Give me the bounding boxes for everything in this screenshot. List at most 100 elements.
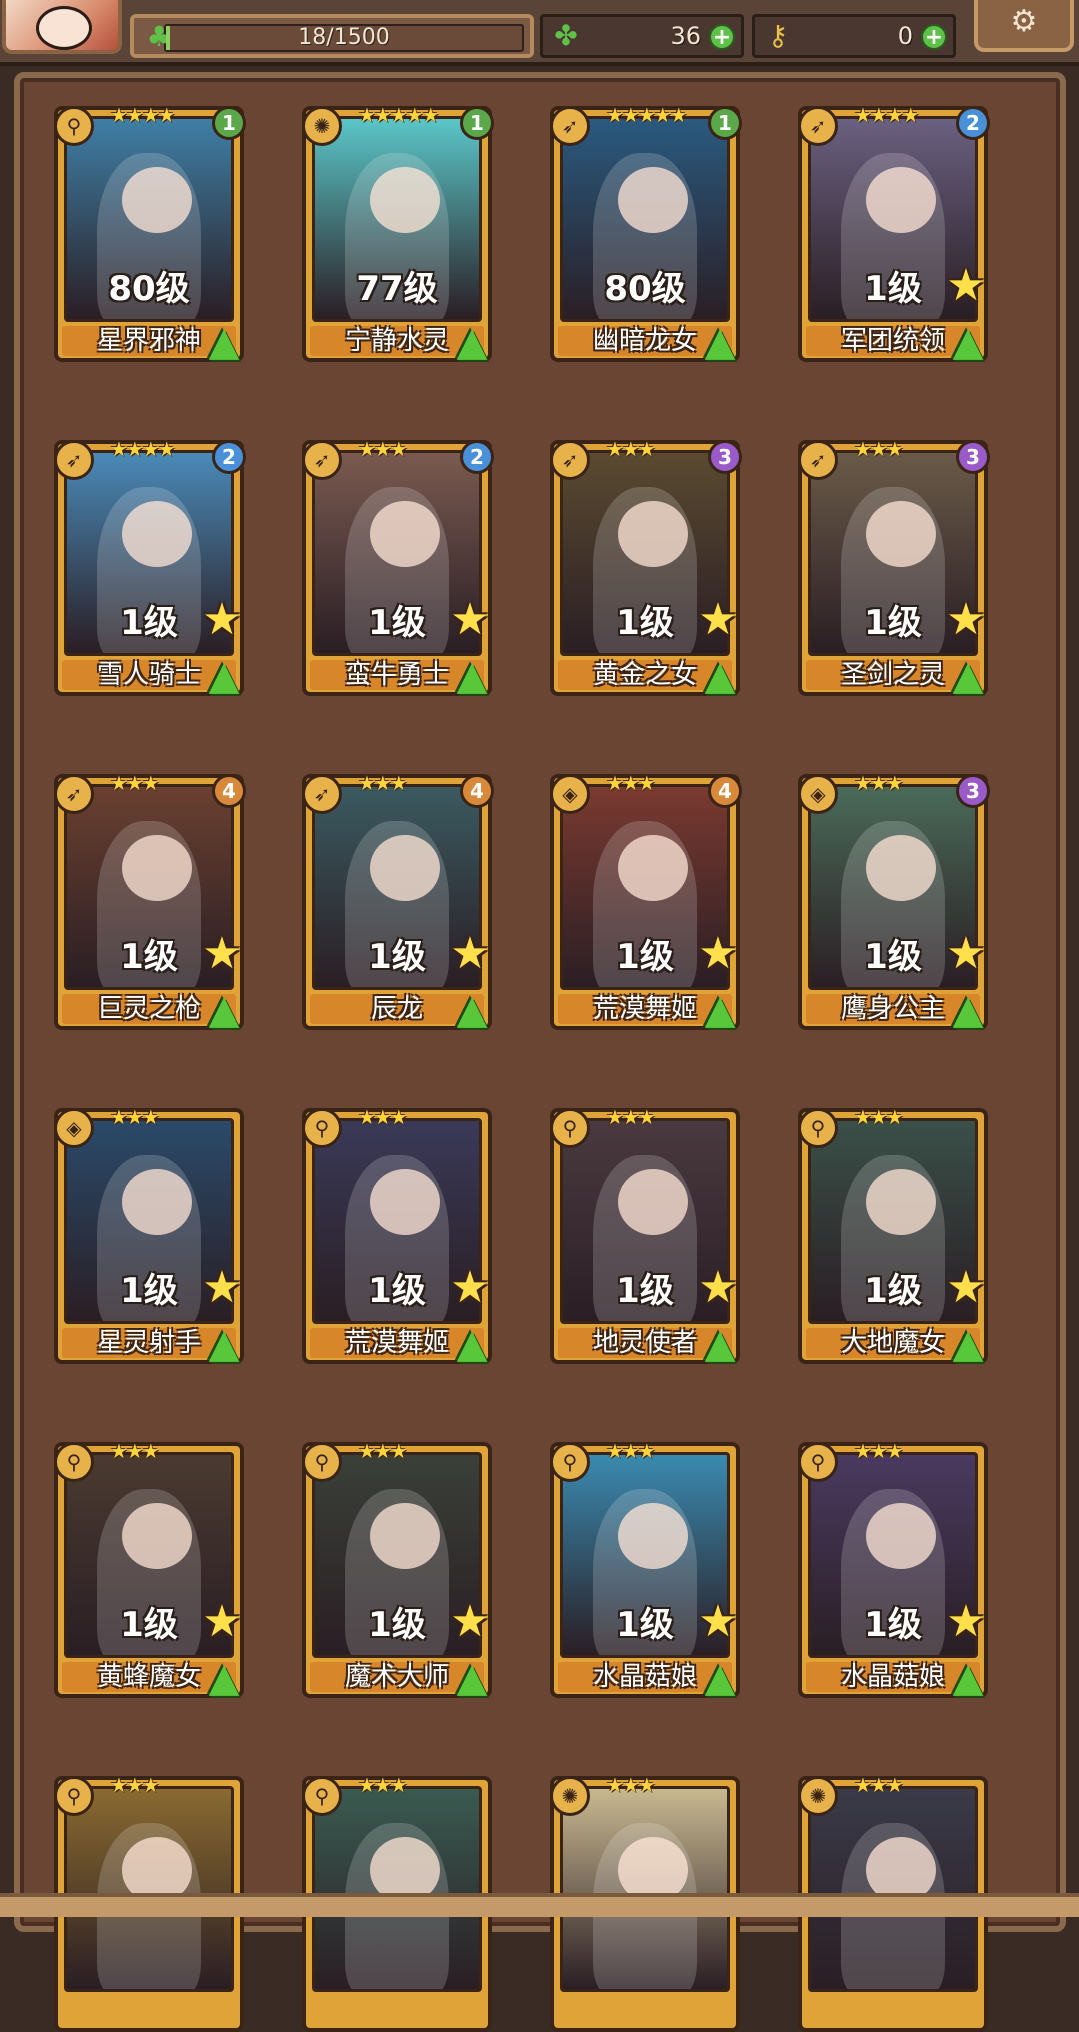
hero-head (122, 1503, 192, 1569)
hero-card[interactable]: ⚲ ★★★★ 1 80级 星界邪神 ▲ (54, 104, 246, 364)
staff-icon: ⚲ (798, 1442, 838, 1482)
rarity-stars: ★★★ (854, 1773, 904, 1797)
upgrade-arrow-icon[interactable]: ▲ (202, 988, 246, 1032)
star-up-icon[interactable]: ★ (696, 932, 740, 976)
hero-card[interactable]: ⚲ ★★★ 1级 地灵使者 ★ ▲ (550, 1106, 742, 1366)
staff-icon: ⚲ (302, 1442, 342, 1482)
upgrade-arrow-icon[interactable]: ▲ (946, 1656, 990, 1700)
hero-head (122, 167, 192, 233)
hero-card[interactable]: ➶ ★★★★ 2 1级 军团统领 ★ ▲ (798, 104, 990, 364)
upgrade-arrow-icon[interactable]: ▲ (946, 654, 990, 698)
star-up-icon[interactable]: ★ (448, 1266, 492, 1310)
star-up-icon[interactable]: ★ (200, 1266, 244, 1310)
bottom-bar (0, 1893, 1079, 1917)
upgrade-arrow-icon[interactable]: ▲ (450, 320, 494, 364)
hero-card[interactable]: ⚲ ★★★ 1级 水晶菇娘 ★ ▲ (550, 1440, 742, 1700)
upgrade-arrow-icon[interactable]: ▲ (698, 988, 742, 1032)
star-up-icon[interactable]: ★ (448, 1600, 492, 1644)
upgrade-arrow-icon[interactable]: ▲ (450, 654, 494, 698)
hero-card[interactable]: ➶ ★★★ 2 1级 蛮牛勇士 ★ ▲ (302, 438, 494, 698)
upgrade-arrow-icon[interactable]: ▲ (698, 654, 742, 698)
rarity-stars: ★★★ (854, 437, 904, 461)
upgrade-arrow-icon[interactable]: ▲ (202, 1656, 246, 1700)
settings-button[interactable]: ⚙ (974, 0, 1074, 52)
hero-head (122, 1169, 192, 1235)
hero-card[interactable]: ➶ ★★★ 4 1级 辰龙 ★ ▲ (302, 772, 494, 1032)
bow-icon: ➶ (550, 106, 590, 146)
tier-badge: 4 (708, 774, 742, 808)
hero-card[interactable]: ➶ ★★★ 3 1级 黄金之女 ★ ▲ (550, 438, 742, 698)
star-up-icon[interactable]: ★ (944, 598, 988, 642)
hero-head (618, 501, 688, 567)
staff-icon: ⚲ (798, 1108, 838, 1148)
upgrade-arrow-icon[interactable]: ▲ (202, 654, 246, 698)
orb-icon: ✺ (798, 1776, 838, 1816)
star-up-icon[interactable]: ★ (944, 932, 988, 976)
hero-card[interactable]: ⚲ ★★★ 1级 魔术大师 ★ ▲ (302, 1440, 494, 1700)
star-up-icon[interactable]: ★ (200, 1600, 244, 1644)
rarity-stars: ★★★ (854, 1439, 904, 1463)
upgrade-arrow-icon[interactable]: ▲ (698, 320, 742, 364)
hero-card[interactable]: ⚲ ★★★ 1级 水晶菇娘 ★ ▲ (798, 1439, 990, 1700)
bow-icon: ➶ (798, 440, 838, 480)
star-up-icon[interactable]: ★ (944, 264, 988, 308)
hero-card[interactable]: ◈ ★★★ 4 1级 荒漠舞姬 ★ ▲ (550, 771, 742, 1032)
upgrade-arrow-icon[interactable]: ▲ (946, 1322, 990, 1366)
star-up-icon[interactable]: ★ (696, 598, 740, 642)
bow-icon: ➶ (798, 106, 838, 146)
staff-icon: ⚲ (54, 1776, 94, 1816)
star-up-icon[interactable]: ★ (448, 932, 492, 976)
upgrade-arrow-icon[interactable]: ▲ (698, 1322, 742, 1366)
hero-card[interactable]: ◈ ★★★ 1级 星灵射手 ★ ▲ (54, 1106, 246, 1366)
hero-head (122, 501, 192, 567)
hero-head (866, 167, 936, 233)
rarity-stars: ★★★★ (110, 437, 176, 461)
star-up-icon[interactable]: ★ (696, 1266, 740, 1310)
tier-badge: 1 (708, 106, 742, 140)
hero-card[interactable]: ⚲ ★★★ 1级 黄蜂魔女 ★ ▲ (54, 1439, 246, 1700)
hero-level: 80级 (604, 269, 686, 309)
player-avatar[interactable] (2, 0, 122, 54)
upgrade-arrow-icon[interactable]: ▲ (946, 988, 990, 1032)
hero-level: 80级 (108, 269, 190, 309)
hero-head (370, 1503, 440, 1569)
key-count: 0 (897, 22, 913, 50)
hero-card[interactable]: ⚲ ★★★ 1级 荒漠舞姬 ★ ▲ (302, 1106, 494, 1366)
upgrade-arrow-icon[interactable]: ▲ (202, 1322, 246, 1366)
clover-icon: ✤ (554, 19, 578, 52)
hero-head (370, 1169, 440, 1235)
rarity-stars: ★★★ (854, 1105, 904, 1129)
upgrade-arrow-icon[interactable]: ▲ (450, 988, 494, 1032)
rarity-stars: ★★★ (358, 1773, 408, 1797)
star-up-icon[interactable]: ★ (448, 598, 492, 642)
hero-card[interactable]: ⚲ ★★★ 1级 大地魔女 ★ ▲ (798, 1105, 990, 1366)
add-clover-button[interactable]: + (709, 24, 735, 50)
star-up-icon[interactable]: ★ (696, 1600, 740, 1644)
shield-icon: ◈ (798, 774, 838, 814)
star-up-icon[interactable]: ★ (200, 932, 244, 976)
rarity-stars: ★★★ (854, 771, 904, 795)
hero-head (866, 1503, 936, 1569)
hero-card[interactable]: ◈ ★★★ 3 1级 鹰身公主 ★ ▲ (798, 771, 990, 1032)
hero-card[interactable]: ➶ ★★★ 3 1级 圣剑之灵 ★ ▲ (798, 437, 990, 698)
upgrade-arrow-icon[interactable]: ▲ (450, 1656, 494, 1700)
rarity-stars: ★★★ (606, 771, 656, 795)
upgrade-arrow-icon[interactable]: ▲ (202, 320, 246, 364)
hero-card[interactable]: ✺ ★★★★★ 1 77级 宁静水灵 ▲ (302, 104, 494, 364)
star-up-icon[interactable]: ★ (200, 598, 244, 642)
hero-card[interactable]: ➶ ★★★★★ 1 80级 幽暗龙女 ▲ (550, 104, 742, 364)
staff-icon: ⚲ (550, 1442, 590, 1482)
exp-text: 18/1500 (298, 25, 390, 50)
upgrade-arrow-icon[interactable]: ▲ (698, 1656, 742, 1700)
hero-head (122, 835, 192, 901)
upgrade-arrow-icon[interactable]: ▲ (946, 320, 990, 364)
star-up-icon[interactable]: ★ (944, 1266, 988, 1310)
tier-badge: 1 (212, 106, 246, 140)
add-key-button[interactable]: + (921, 24, 947, 50)
hero-card[interactable]: ➶ ★★★ 4 1级 巨灵之枪 ★ ▲ (54, 772, 246, 1032)
star-up-icon[interactable]: ★ (944, 1600, 988, 1644)
hero-card[interactable]: ➶ ★★★★ 2 1级 雪人骑士 ★ ▲ (54, 437, 246, 698)
rarity-stars: ★★★ (110, 1439, 160, 1463)
bow-icon: ➶ (302, 774, 342, 814)
upgrade-arrow-icon[interactable]: ▲ (450, 1322, 494, 1366)
